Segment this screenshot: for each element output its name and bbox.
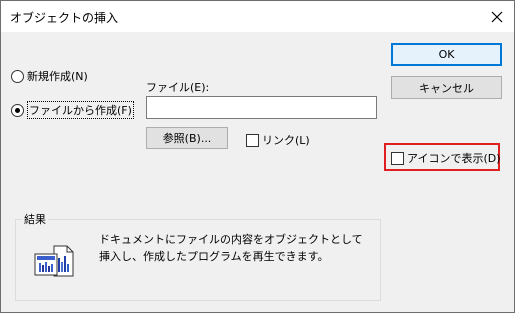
result-legend: 結果 (22, 211, 48, 227)
radio-indicator (11, 69, 24, 83)
cancel-button[interactable]: キャンセル (391, 76, 502, 99)
close-icon (491, 11, 503, 22)
close-button[interactable] (480, 1, 514, 32)
checkbox-indicator (391, 151, 404, 165)
embedded-document-icon (34, 245, 74, 277)
display-as-icon-checkbox[interactable]: アイコンで表示(D) (391, 150, 501, 166)
ok-button[interactable]: OK (391, 43, 502, 66)
file-path-input[interactable] (146, 96, 377, 119)
file-label: ファイル(E): (146, 81, 210, 94)
window-title: オブジェクトの挿入 (10, 11, 119, 25)
insert-object-dialog: オブジェクトの挿入 新規作成(N) ファイルから作成(F) ファイル(E): 参… (0, 0, 515, 313)
link-checkbox[interactable]: リンク(L) (246, 132, 310, 148)
checkbox-indicator (246, 133, 259, 147)
create-new-radio[interactable]: 新規作成(N) (11, 68, 88, 84)
result-description: ドキュメントにファイルの内容をオブジェクトとして挿入し、作成したプログラムを再生… (99, 233, 363, 263)
link-label: リンク(L) (262, 134, 310, 147)
create-new-label: 新規作成(N) (27, 70, 88, 83)
browse-button[interactable]: 参照(B)... (146, 127, 228, 149)
display-as-icon-label: アイコンで表示(D) (407, 152, 501, 165)
create-from-file-radio[interactable]: ファイルから作成(F) (11, 101, 134, 119)
radio-indicator-checked (11, 103, 24, 117)
title-bar: オブジェクトの挿入 (1, 1, 514, 32)
create-from-file-label: ファイルから作成(F) (27, 101, 134, 119)
